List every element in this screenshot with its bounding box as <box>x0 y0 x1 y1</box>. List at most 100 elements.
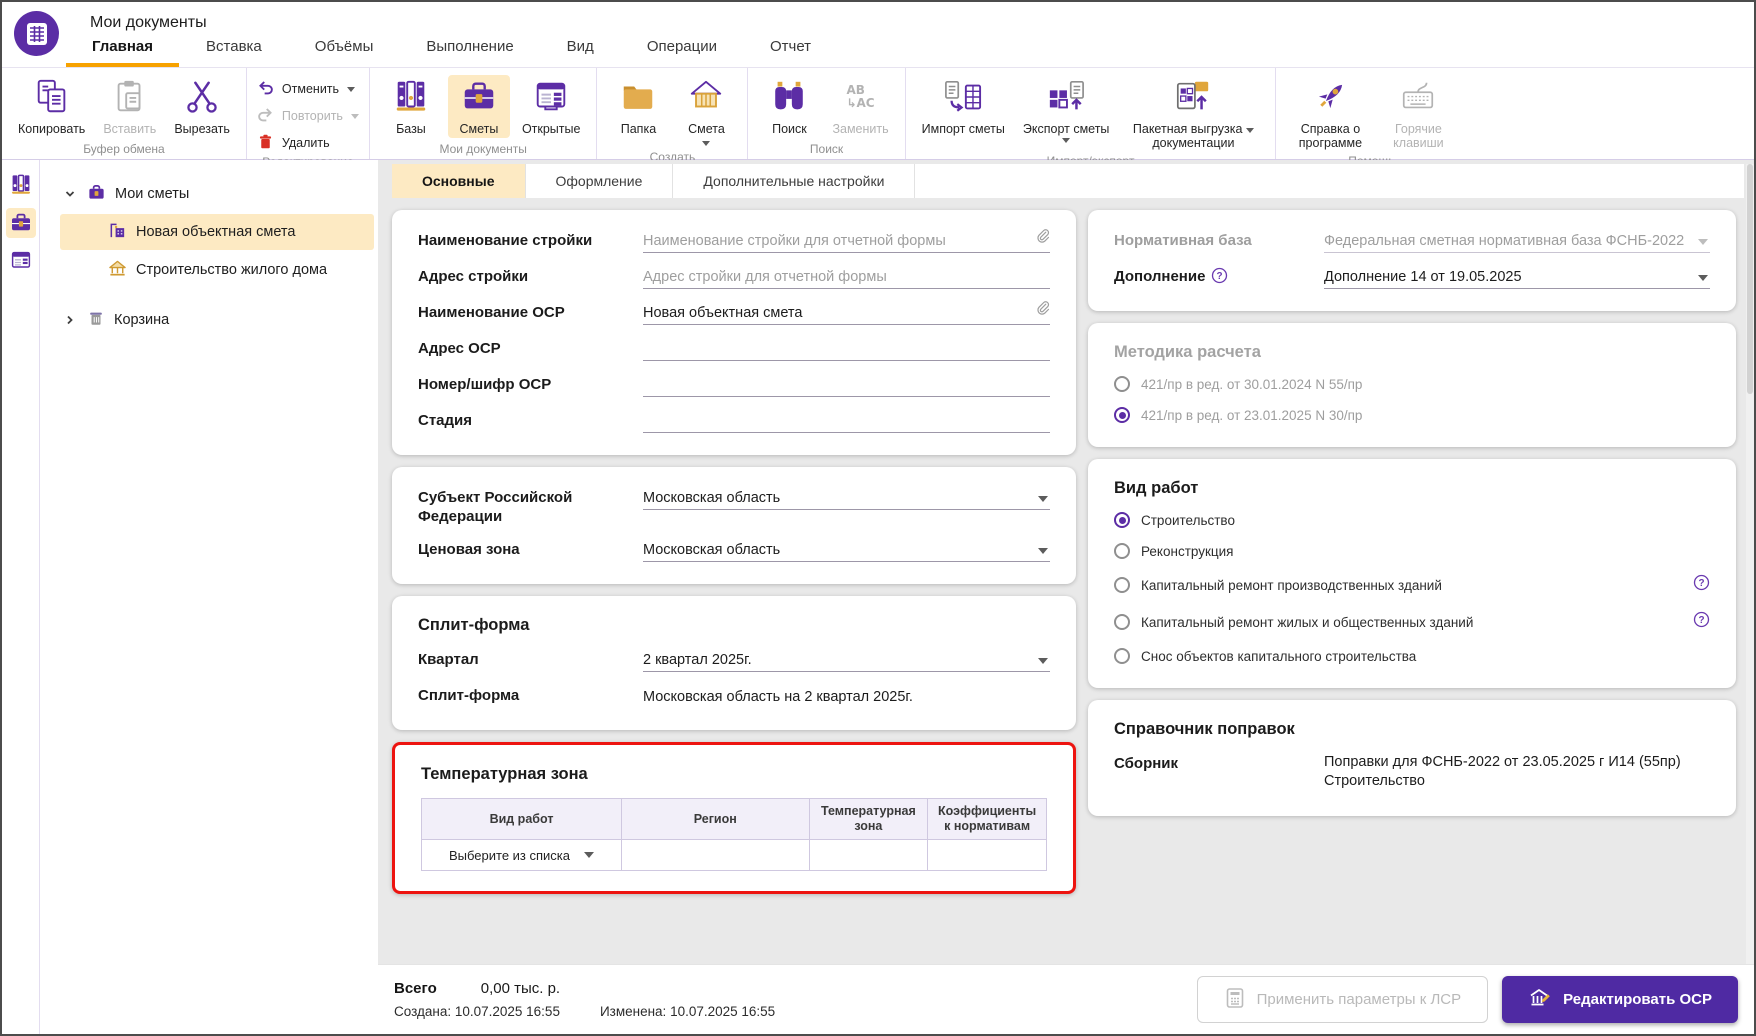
field-label: Субъект Российской Федерации <box>418 489 573 525</box>
normative-base-select[interactable]: Федеральная сметная нормативная база ФСН… <box>1324 230 1710 253</box>
method-option-2025[interactable]: 421/пр в ред. от 23.01.2025 N 30/пр <box>1114 407 1710 423</box>
tab-formatting[interactable]: Оформление <box>526 164 674 198</box>
about-button[interactable]: Справка о программе <box>1286 75 1374 152</box>
new-estimate-button[interactable]: Смета <box>675 75 737 148</box>
radio-checked-icon[interactable] <box>1114 407 1130 423</box>
batch-export-button[interactable]: Пакетная выгрузка документации <box>1121 75 1265 152</box>
ribbon: Копировать Вставить Вырезать Буфер обмен… <box>2 68 1754 169</box>
construction-address-input[interactable] <box>643 269 1050 285</box>
menu-tab-view[interactable]: Вид <box>565 38 596 67</box>
work-type-construction[interactable]: Строительство <box>1114 512 1710 528</box>
house-frame-icon <box>686 77 726 117</box>
window-title: Мои документы <box>90 14 207 31</box>
menu-tab-home[interactable]: Главная <box>65 38 180 67</box>
tree-item-residential-construction[interactable]: Строительство жилого дома <box>60 252 374 288</box>
total-value: 0,00 тыс. р. <box>480 980 561 997</box>
corrections-title: Справочник поправок <box>1114 720 1295 738</box>
work-type-reconstruction[interactable]: Реконструкция <box>1114 543 1710 559</box>
apply-to-lsr-button[interactable]: Применить параметры к ЛСР <box>1196 976 1489 1023</box>
cut-button[interactable]: Вырезать <box>168 75 236 138</box>
supplement-select[interactable]: Дополнение 14 от 19.05.2025 <box>1324 266 1710 289</box>
menu-tab-insert[interactable]: Вставка <box>204 38 264 67</box>
scrollbar[interactable] <box>1746 164 1754 964</box>
method-option-2024[interactable]: 421/пр в ред. от 30.01.2024 N 55/пр <box>1114 376 1710 392</box>
paperclip-icon[interactable] <box>1035 228 1050 248</box>
split-form-title: Сплит-форма <box>418 616 530 634</box>
rail-open-docs-button[interactable] <box>6 246 36 276</box>
delete-button[interactable]: Удалить <box>257 133 359 153</box>
copy-icon <box>33 77 71 117</box>
temperature-zone-title: Температурная зона <box>421 765 588 783</box>
tree-item-new-object-estimate[interactable]: Новая объектная смета <box>60 214 374 250</box>
chevron-down-icon[interactable] <box>62 187 78 201</box>
new-folder-button[interactable]: Папка <box>607 75 669 138</box>
menu-tab-execution[interactable]: Выполнение <box>424 38 515 67</box>
chevron-right-icon[interactable] <box>62 313 78 327</box>
rail-bases-button[interactable] <box>6 170 36 200</box>
redo-dropdown-icon[interactable] <box>350 113 359 119</box>
batch-dropdown-icon[interactable] <box>1245 128 1254 133</box>
osr-name-input[interactable] <box>643 305 1050 321</box>
edit-osr-button[interactable]: Редактировать ОСР <box>1502 976 1738 1023</box>
tab-advanced-settings[interactable]: Дополнительные настройки <box>673 164 916 198</box>
help-icon[interactable]: ? <box>1693 611 1710 633</box>
radio-icon[interactable] <box>1114 376 1130 392</box>
document-window-icon <box>531 77 571 117</box>
app-window: Мои документы Главная Вставка Объёмы Вып… <box>0 0 1756 1036</box>
construction-name-input[interactable] <box>643 233 1050 249</box>
osr-number-input[interactable] <box>643 377 1050 393</box>
work-type-select[interactable]: Выберите из списка <box>430 848 613 863</box>
open-docs-button[interactable]: Открытые <box>516 75 587 138</box>
radio-icon[interactable] <box>1114 577 1130 593</box>
menu-tab-report[interactable]: Отчет <box>768 38 813 67</box>
calculation-method-title: Методика расчета <box>1114 343 1261 361</box>
stage-input[interactable] <box>643 413 1050 429</box>
search-button[interactable]: Поиск <box>758 75 820 138</box>
menu-tab-operations[interactable]: Операции <box>645 38 719 67</box>
paste-button[interactable]: Вставить <box>97 75 162 138</box>
general-info-card: Наименование стройки Адрес стройки <box>392 210 1076 455</box>
export-dropdown-icon[interactable] <box>1062 138 1071 143</box>
scrollbar-thumb[interactable] <box>1747 164 1753 394</box>
field-label: Стадия <box>418 412 473 429</box>
menu-tab-volumes[interactable]: Объёмы <box>313 38 376 67</box>
work-type-industrial-repair[interactable]: Капитальный ремонт производственных здан… <box>1114 574 1710 596</box>
radio-checked-icon[interactable] <box>1114 512 1130 528</box>
tab-general[interactable]: Основные <box>392 164 526 198</box>
ribbon-group-clipboard: Копировать Вставить Вырезать Буфер обмен… <box>2 68 247 159</box>
paperclip-icon[interactable] <box>1035 300 1050 320</box>
help-icon[interactable]: ? <box>1693 574 1710 596</box>
zone-cell <box>808 839 929 871</box>
batch-export-icon <box>1171 77 1215 117</box>
help-icon[interactable]: ? <box>1211 267 1228 288</box>
left-icon-rail <box>2 160 40 1034</box>
subject-select[interactable]: Московская область <box>643 487 1050 510</box>
undo-button[interactable]: Отменить <box>257 79 359 99</box>
bases-button[interactable]: Базы <box>380 75 442 138</box>
redo-button[interactable]: Повторить <box>257 106 359 126</box>
radio-icon[interactable] <box>1114 648 1130 664</box>
radio-icon[interactable] <box>1114 543 1130 559</box>
replace-button[interactable]: AB ↳AC Заменить <box>826 75 894 138</box>
new-estimate-dropdown-icon[interactable] <box>702 141 711 146</box>
group-label-search: Поиск <box>809 142 844 156</box>
total-label: Всего <box>394 980 437 997</box>
tree-item-my-estimates[interactable]: Мои сметы <box>60 176 374 212</box>
region-cell <box>621 839 810 871</box>
import-estimate-button[interactable]: Импорт сметы <box>916 75 1011 138</box>
work-type-demolition[interactable]: Снос объектов капитального строительства <box>1114 648 1710 664</box>
app-logo-icon[interactable] <box>14 11 59 56</box>
work-type-residential-repair[interactable]: Капитальный ремонт жилых и общественных … <box>1114 611 1710 633</box>
estimates-button[interactable]: Сметы <box>447 75 510 138</box>
price-zone-select[interactable]: Московская область <box>643 539 1050 562</box>
osr-address-input[interactable] <box>643 341 1050 357</box>
undo-dropdown-icon[interactable] <box>347 86 356 92</box>
copy-button[interactable]: Копировать <box>12 75 91 138</box>
field-label: Сборник <box>1114 755 1179 772</box>
hotkeys-button[interactable]: Горячие клавиши <box>1380 75 1456 152</box>
tree-item-recycle-bin[interactable]: Корзина <box>60 302 374 338</box>
rail-estimates-button[interactable] <box>5 208 36 238</box>
export-estimate-button[interactable]: Экспорт сметы <box>1017 75 1116 145</box>
radio-icon[interactable] <box>1114 614 1130 630</box>
quarter-select[interactable]: 2 квартал 2025г. <box>643 649 1050 672</box>
